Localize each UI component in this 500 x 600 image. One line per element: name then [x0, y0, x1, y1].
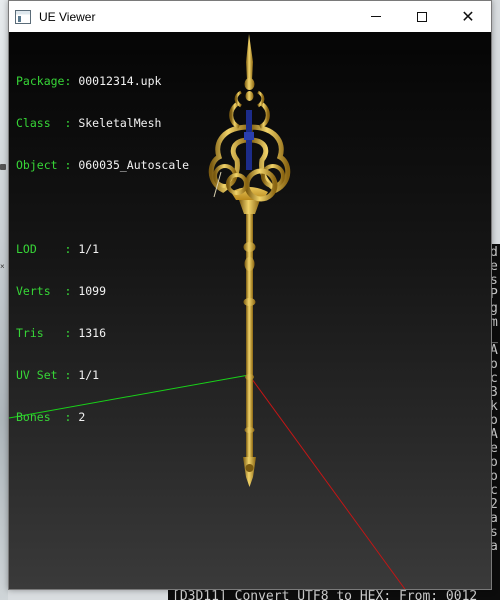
- object-label: Object :: [16, 158, 72, 172]
- minimize-icon: [371, 16, 381, 17]
- desktop-background: ×: [0, 0, 8, 600]
- close-icon: ✕: [461, 8, 475, 26]
- background-artifact: [0, 164, 6, 170]
- verts-label: Verts :: [16, 284, 72, 298]
- lod-value: 1/1: [78, 242, 100, 256]
- lod-label: LOD :: [16, 242, 72, 256]
- maximize-icon: [417, 11, 427, 22]
- class-value: SkeletalMesh: [78, 116, 162, 130]
- class-label: Class :: [16, 116, 72, 130]
- verts-value: 1099: [78, 284, 107, 298]
- package-value: 00012314.upk: [78, 74, 162, 88]
- title-bar[interactable]: UE Viewer ✕: [9, 1, 491, 32]
- uvset-label: UV Set :: [16, 368, 72, 382]
- bones-label: Bones :: [16, 410, 72, 424]
- uvset-value: 1/1: [78, 368, 100, 382]
- maximize-button[interactable]: [399, 1, 445, 32]
- background-artifact: ×: [0, 262, 5, 271]
- tris-label: Tris :: [16, 326, 72, 340]
- app-window-icon: [15, 9, 31, 24]
- minimize-button[interactable]: [353, 1, 399, 32]
- package-label: Package:: [16, 74, 72, 88]
- console-bottom-line: [D3D11] Convert UTF8 to HEX: From: 0012: [172, 589, 478, 600]
- close-button[interactable]: ✕: [445, 1, 491, 32]
- ue-viewer-window[interactable]: UE Viewer ✕ Package: 00012314.upk Class …: [8, 0, 492, 590]
- bones-value: 2: [78, 410, 86, 424]
- window-title: UE Viewer: [39, 9, 96, 24]
- 3d-viewport[interactable]: Package: 00012314.upk Class : SkeletalMe…: [9, 32, 491, 589]
- object-value: 060035_Autoscale: [78, 158, 190, 172]
- staff-mesh: [208, 34, 291, 487]
- y-axis-line: [248, 374, 406, 589]
- tris-value: 1316: [78, 326, 107, 340]
- mesh-info-overlay: Package: 00012314.upk Class : SkeletalMe…: [16, 46, 189, 452]
